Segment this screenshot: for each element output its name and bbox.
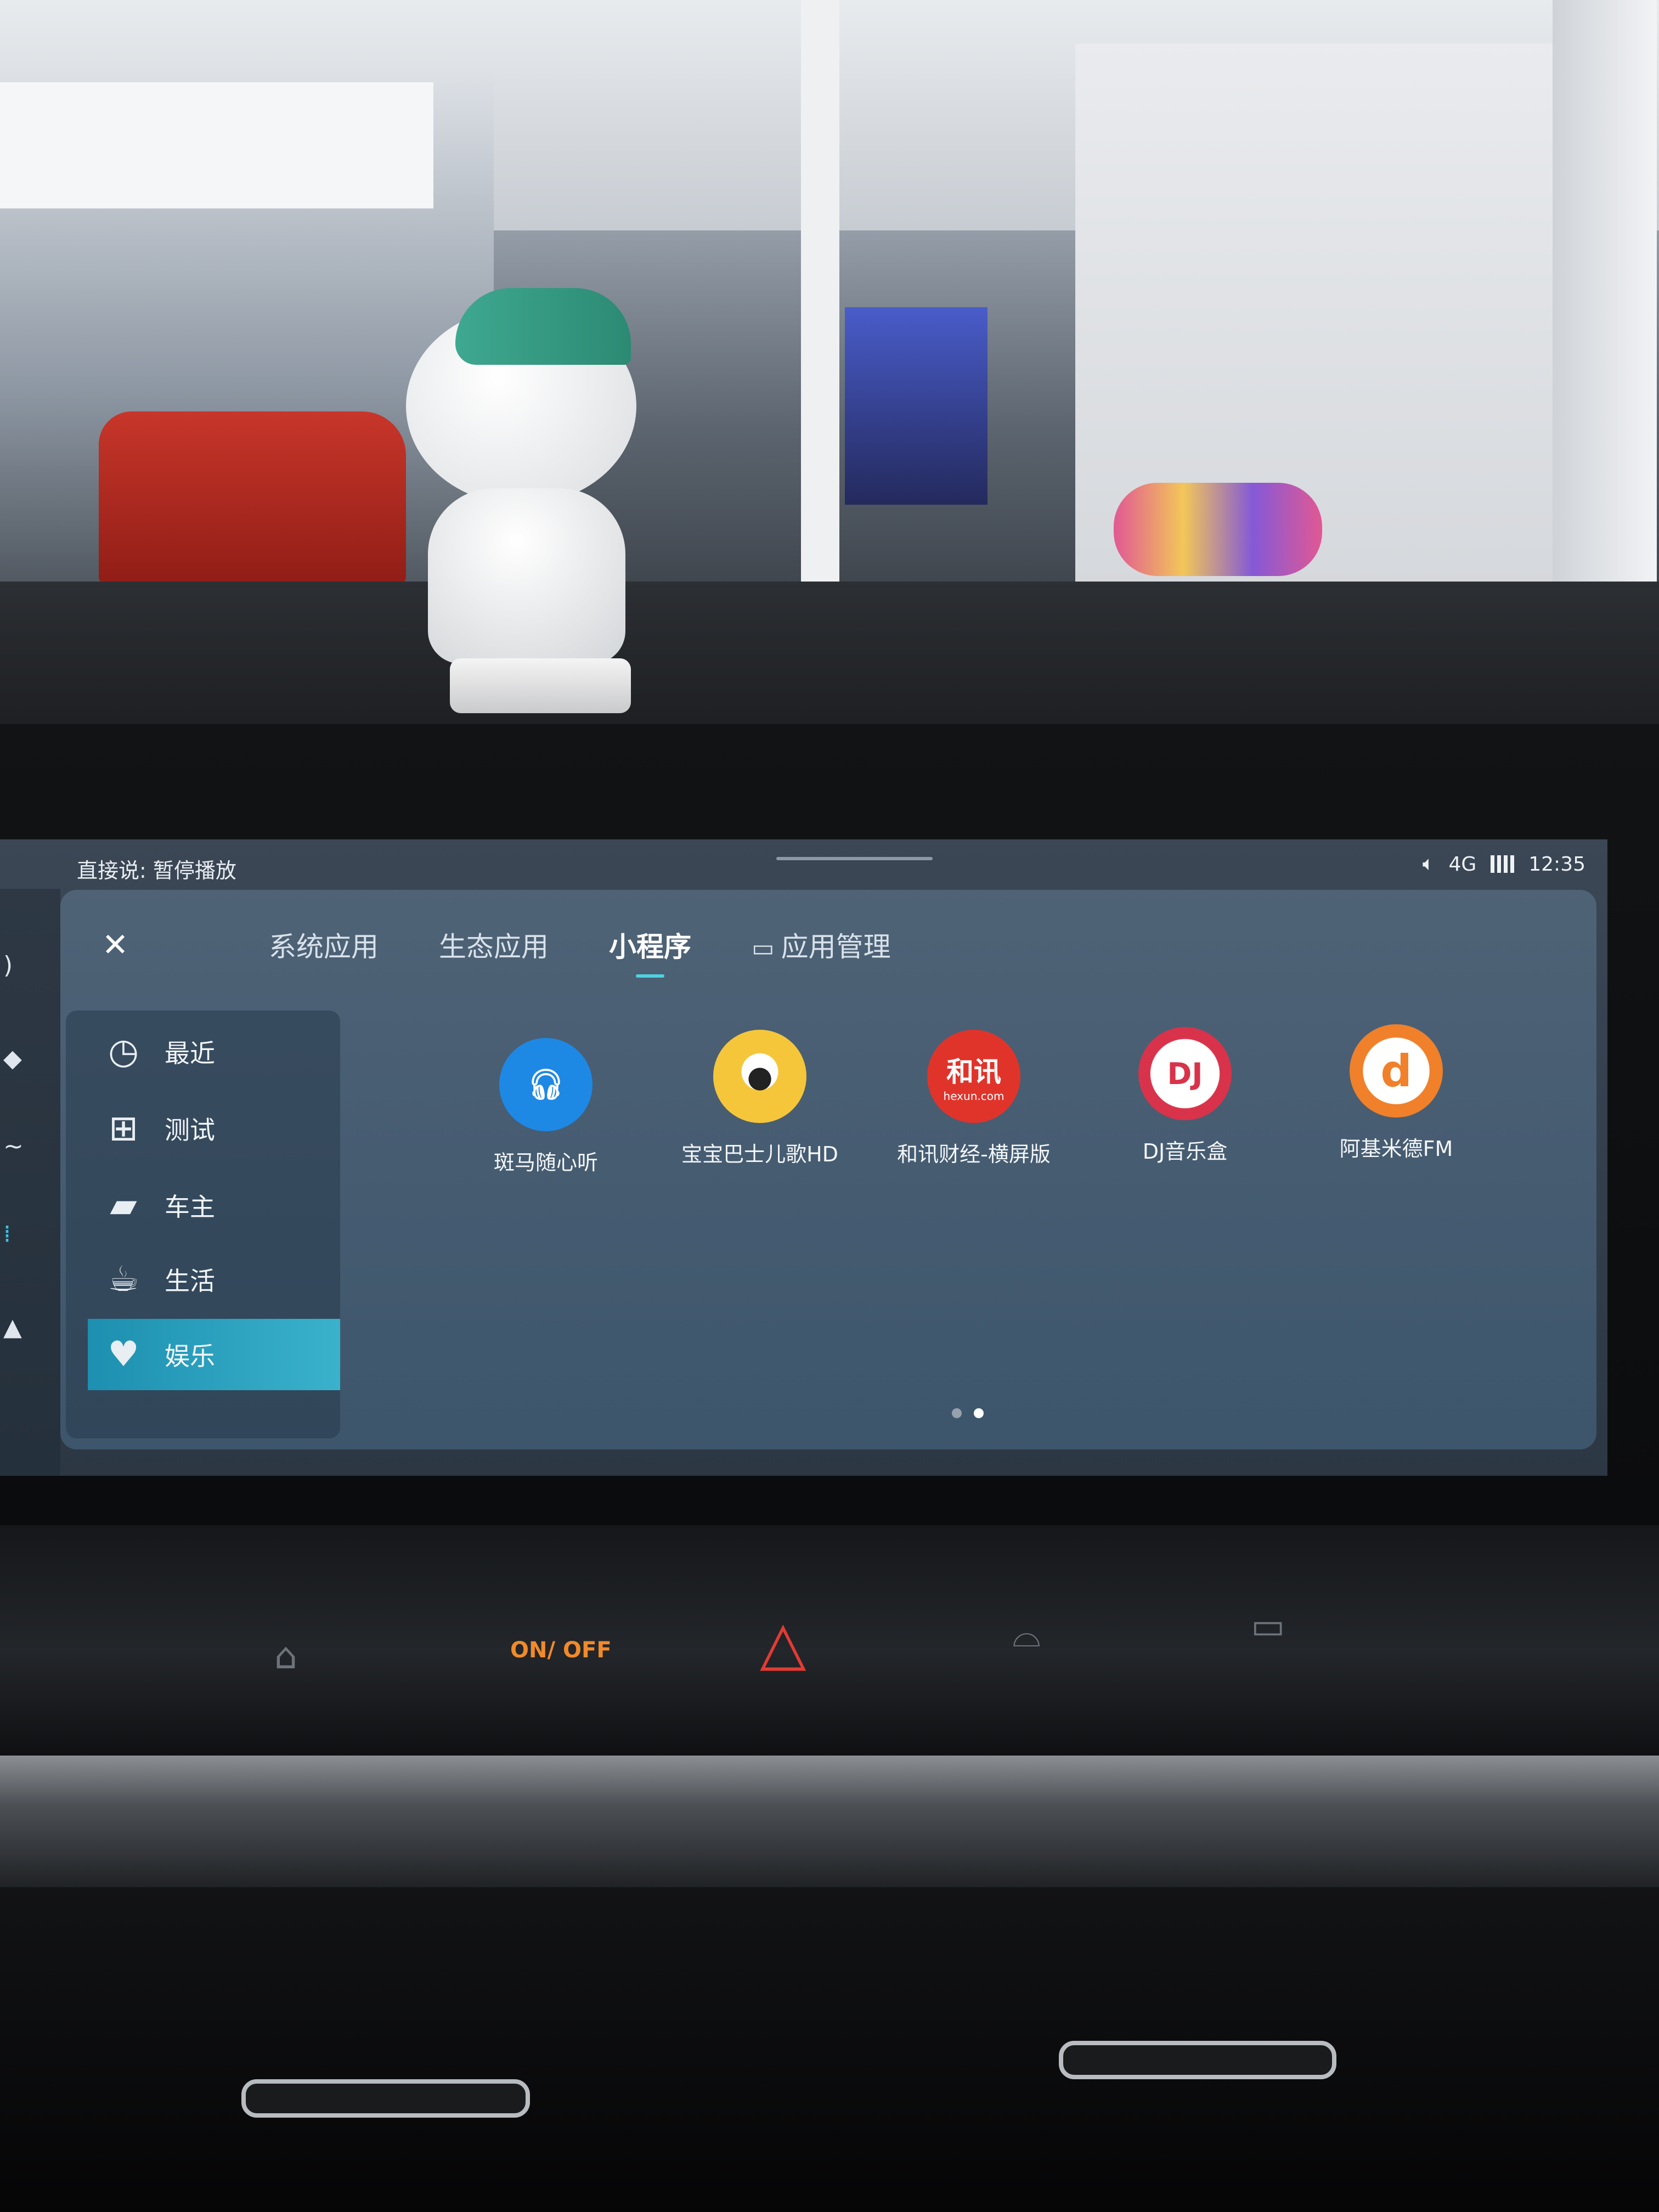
hexun-logo-icon: 和讯 hexun.com <box>927 1030 1020 1123</box>
air-vent-right[interactable] <box>1059 2041 1336 2079</box>
store-icon: ▭ <box>752 934 775 962</box>
status-right: 🔈︎ 4G 12:35 <box>1423 853 1585 876</box>
red-car <box>99 411 406 587</box>
category-recent[interactable]: ◷ 最近 <box>66 1016 335 1087</box>
category-life[interactable]: ☕︎ 生活 <box>66 1244 335 1315</box>
app-label: DJ音乐盒 <box>1142 1139 1228 1164</box>
colorful-sculpture <box>1114 483 1322 576</box>
showroom-background <box>0 0 1659 609</box>
page-dot[interactable] <box>952 1408 962 1418</box>
dashboard-top <box>0 582 1659 741</box>
app-drawer-panel: ✕ 系统应用 生态应用 小程序 ▭ 应用管理 ◷ 最近 ⊞ 测试 ▰ 车主 ☕︎… <box>60 890 1596 1449</box>
app-label: 阿基米德FM <box>1339 1137 1453 1161</box>
app-banma[interactable]: 🎧︎ 斑马随心听 <box>453 1038 639 1203</box>
category-label: 测试 <box>165 1115 215 1145</box>
category-label: 最近 <box>165 1039 215 1068</box>
category-label: 生活 <box>165 1266 215 1296</box>
tab-bar: 系统应用 生态应用 小程序 ▭ 应用管理 <box>269 917 891 978</box>
category-car-owner[interactable]: ▰ 车主 <box>66 1170 335 1241</box>
app-dj-music-box[interactable]: DJ DJ音乐盒 <box>1092 1027 1278 1192</box>
car-icon: ▰ <box>110 1185 137 1226</box>
app-label: 宝宝巴士儿歌HD <box>681 1142 838 1166</box>
app-label: 和讯财经-横屏版 <box>897 1142 1051 1166</box>
status-bar: 直接说: 暂停播放 🔈︎ 4G 12:35 <box>0 839 1607 889</box>
phone-icon[interactable]: ) <box>3 953 25 978</box>
category-entertainment[interactable]: ♥ 娱乐 <box>88 1319 340 1390</box>
category-label: 车主 <box>165 1192 215 1222</box>
hexun-logo-text: 和讯 <box>946 1056 1001 1088</box>
app-archimedes-fm[interactable]: d 阿基米德FM <box>1303 1024 1489 1189</box>
home-icon[interactable]: ⌂ <box>274 1635 297 1677</box>
pillar-right <box>1553 0 1657 592</box>
app-label: 斑马随心听 <box>493 1150 598 1175</box>
hazard-icon[interactable]: △ <box>760 1607 806 1678</box>
signal-icon <box>1491 855 1515 873</box>
car-icon[interactable]: ◆ <box>3 1047 25 1071</box>
speaker-icon[interactable]: 🔈︎ <box>1423 853 1435 876</box>
tab-mini-programs[interactable]: 小程序 <box>609 925 691 978</box>
apps-grid-icon[interactable]: ⁞ <box>3 1222 25 1246</box>
tab-app-management[interactable]: ▭ 应用管理 <box>752 925 891 964</box>
hexun-logo-subtext: hexun.com <box>943 1090 1005 1103</box>
heart-icon: ♥ <box>108 1334 139 1375</box>
chrome-trim <box>0 1756 1659 1898</box>
mascot-base <box>450 658 631 713</box>
app-hexun[interactable]: 和讯 hexun.com 和讯财经-横屏版 <box>881 1030 1067 1194</box>
category-label: 娱乐 <box>165 1341 215 1371</box>
air-vent-left[interactable] <box>241 2079 530 2118</box>
front-defrost-icon[interactable]: ⌓ <box>1012 1613 1041 1656</box>
drag-handle[interactable] <box>776 857 933 860</box>
close-button[interactable]: ✕ <box>93 923 137 967</box>
category-list: ◷ 最近 ⊞ 测试 ▰ 车主 ☕︎ 生活 ♥ 娱乐 <box>66 1011 340 1438</box>
cup-icon: ☕︎ <box>108 1259 139 1300</box>
pillar <box>801 0 839 582</box>
clock-icon: ◷ <box>108 1031 139 1072</box>
dj-logo-icon: DJ <box>1138 1027 1232 1120</box>
mascot-hair <box>455 288 631 365</box>
radio-d-icon: d <box>1350 1024 1443 1118</box>
category-test[interactable]: ⊞ 测试 <box>66 1093 335 1164</box>
navigation-icon[interactable]: ▲ <box>3 1316 25 1340</box>
page-dot-active[interactable] <box>974 1408 984 1418</box>
tab-system-apps[interactable]: 系统应用 <box>269 925 379 964</box>
fan-onoff-button[interactable]: ON/ OFF <box>510 1638 612 1663</box>
tab-app-management-label: 应用管理 <box>781 931 891 963</box>
blue-display <box>845 307 988 505</box>
tab-ecosystem-apps[interactable]: 生态应用 <box>439 925 549 964</box>
infotainment-screen: 直接说: 暂停播放 🔈︎ 4G 12:35 ) ◆ ~ ⁞ ▲ ✕ 系统应用 生… <box>0 839 1607 1476</box>
clock-time: 12:35 <box>1528 853 1585 876</box>
page-indicator <box>952 1408 984 1418</box>
mascot-body <box>428 488 625 664</box>
dj-logo-text: DJ <box>1167 1056 1203 1091</box>
lower-console <box>0 1887 1659 2212</box>
app-babybus[interactable]: ● 宝宝巴士儿歌HD <box>667 1030 853 1194</box>
scene: 直接说: 暂停播放 🔈︎ 4G 12:35 ) ◆ ~ ⁞ ▲ ✕ 系统应用 生… <box>0 0 1659 2212</box>
hardware-button-strip: ⌂ ON/ OFF △ ⌓ ▭ <box>0 1525 1659 1756</box>
voice-hint: 直接说: 暂停播放 <box>77 859 236 883</box>
panda-icon: ● <box>713 1030 806 1123</box>
gamepad-icon: ⊞ <box>109 1108 138 1149</box>
left-dock: ) ◆ ~ ⁞ ▲ <box>0 889 60 1476</box>
headphones-icon: 🎧︎ <box>499 1038 592 1131</box>
rear-defrost-icon[interactable]: ▭ <box>1251 1605 1285 1647</box>
network-type: 4G <box>1448 853 1477 876</box>
booth-sign <box>0 82 433 208</box>
vehicle-icon[interactable]: ~ <box>3 1135 25 1159</box>
